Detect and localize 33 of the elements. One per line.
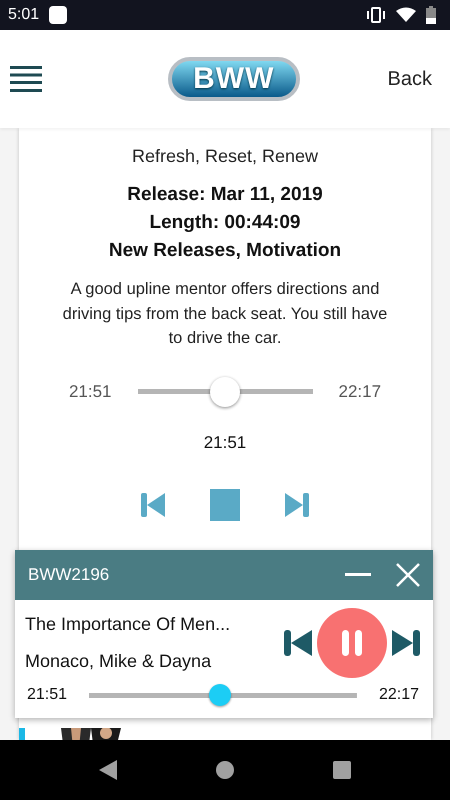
episode-description: A good upline mentor offers directions and driving tips from the back seat. You still have to drive the car. xyxy=(62,279,388,349)
next-button[interactable] xyxy=(391,629,421,657)
battery-icon xyxy=(426,6,436,24)
release-date: Release: Mar 11, 2019 xyxy=(127,183,323,207)
slider-thumb[interactable] xyxy=(209,684,232,706)
accent-bar xyxy=(19,728,25,740)
logo: BWW xyxy=(168,57,300,101)
remaining-time: 22:17 xyxy=(378,686,419,704)
back-nav-icon[interactable] xyxy=(99,760,118,780)
track-author: Monaco, Mike & Dayna xyxy=(25,651,212,672)
back-button[interactable]: Back xyxy=(388,68,432,90)
player-code: BWW2196 xyxy=(28,565,110,585)
slider-thumb[interactable] xyxy=(210,376,240,406)
menu-icon xyxy=(10,66,42,92)
close-button[interactable] xyxy=(395,562,421,588)
vibrate-icon xyxy=(366,7,386,23)
previous-button[interactable] xyxy=(283,629,313,657)
track-title: The Importance Of Men... xyxy=(25,614,232,635)
remaining-time: 22:17 xyxy=(338,382,382,402)
minimize-button[interactable] xyxy=(345,573,371,577)
episode-length: Length: 00:44:09 xyxy=(150,211,300,235)
wifi-icon xyxy=(396,7,416,23)
menu-button[interactable] xyxy=(10,66,42,92)
recents-nav-icon[interactable] xyxy=(332,761,351,779)
elapsed-time: 21:51 xyxy=(68,382,112,402)
episode-subtitle: Refresh, Reset, Renew xyxy=(132,146,318,167)
elapsed-time: 21:51 xyxy=(27,686,68,704)
status-time: 5:01 xyxy=(8,6,40,24)
notification-icon xyxy=(49,6,68,24)
pause-icon xyxy=(339,628,365,658)
home-nav-icon[interactable] xyxy=(216,761,234,779)
episode-categories: New Releases, Motivation xyxy=(108,239,342,263)
current-time: 21:51 xyxy=(204,432,246,452)
